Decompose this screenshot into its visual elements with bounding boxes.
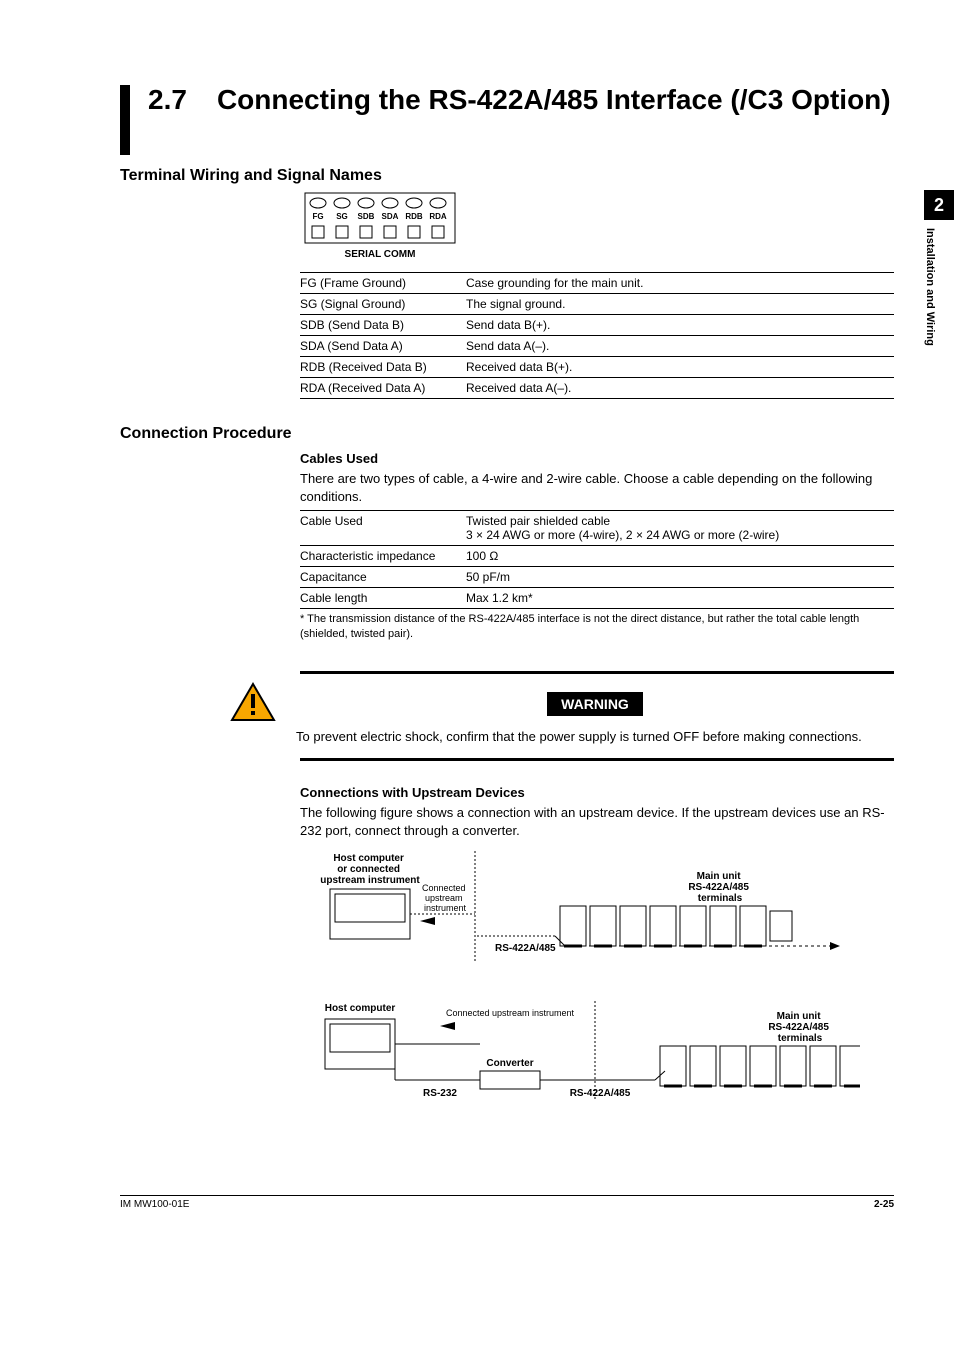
svg-text:Main unit RS-422A/48: Main unit RS-422A/485 terminals [768, 1011, 831, 1044]
warning-label: WARNING [547, 692, 643, 716]
table-row: SG (Signal Ground)The signal ground. [300, 294, 894, 315]
table-row: RDA (Received Data A)Received data A(–). [300, 378, 894, 399]
cable-table: Cable UsedTwisted pair shielded cable3 ×… [300, 510, 894, 609]
signal-table: FG (Frame Ground)Case grounding for the … [300, 272, 894, 399]
warning-block: WARNING To prevent electric shock, confi… [300, 671, 894, 761]
section-heading: Connecting the RS-422A/485 Interface (/C… [217, 85, 891, 116]
subheading-cables: Cables Used [300, 451, 894, 466]
cables-paragraph: There are two types of cable, a 4-wire a… [300, 470, 894, 506]
svg-text:SDA: SDA [382, 212, 399, 221]
svg-text:RDA: RDA [429, 212, 447, 221]
svg-text:Connected upstream: Connected upstream instrument [422, 883, 468, 913]
svg-text:RS-422A/485: RS-422A/485 [570, 1088, 631, 1099]
subheading-terminal: Terminal Wiring and Signal Names [120, 167, 894, 185]
warning-icon [230, 682, 276, 725]
connection-figure: Host computer or connected upstream inst… [300, 851, 894, 1134]
svg-text:Converter: Converter [486, 1058, 533, 1069]
svg-text:RS-232: RS-232 [423, 1088, 457, 1099]
terminal-caption: SERIAL COMM [300, 249, 460, 260]
footer-page-num: 2-25 [874, 1199, 894, 1210]
svg-text:Connected upstream instrument: Connected upstream instrument [446, 1008, 575, 1018]
svg-text:Host computer or con: Host computer or connected upstream inst… [320, 853, 420, 886]
section-number: 2.7 [148, 85, 187, 116]
table-row: Characteristic impedance100 Ω [300, 546, 894, 567]
cable-footnote: * The transmission distance of the RS-42… [300, 612, 894, 641]
page-footer: IM MW100-01E 2-25 [120, 1195, 894, 1210]
title-bar-icon [120, 85, 130, 155]
table-row: Cable lengthMax 1.2 km* [300, 588, 894, 609]
warning-text: To prevent electric shock, confirm that … [296, 728, 894, 746]
upstream-paragraph: The following figure shows a connection … [300, 804, 894, 840]
svg-text:Main unit RS-422A/48: Main unit RS-422A/485 terminals [688, 871, 751, 904]
svg-text:Host computer: Host computer [325, 1003, 396, 1014]
svg-text:SG: SG [336, 212, 348, 221]
subheading-connection: Connection Procedure [120, 425, 894, 443]
svg-text:FG: FG [312, 212, 323, 221]
subheading-upstream: Connections with Upstream Devices [300, 785, 894, 800]
terminal-diagram: FG SG SDB SDA RDB RDA SERIAL COMM [300, 191, 460, 260]
table-row: RDB (Received Data B)Received data B(+). [300, 357, 894, 378]
chapter-side-title: Installation and Wiring [924, 220, 936, 346]
table-row: Cable UsedTwisted pair shielded cable3 ×… [300, 511, 894, 546]
table-row: Capacitance50 pF/m [300, 567, 894, 588]
footer-doc-id: IM MW100-01E [120, 1199, 189, 1210]
chapter-side-tab: 2 Installation and Wiring [924, 190, 954, 370]
svg-text:SDB: SDB [358, 212, 375, 221]
section-title: 2.7 Connecting the RS-422A/485 Interface… [120, 85, 894, 155]
svg-text:RS-422A/485: RS-422A/485 [495, 943, 556, 954]
svg-text:RDB: RDB [405, 212, 423, 221]
table-row: SDA (Send Data A)Send data A(–). [300, 336, 894, 357]
table-row: FG (Frame Ground)Case grounding for the … [300, 273, 894, 294]
chapter-number: 2 [924, 190, 954, 220]
table-row: SDB (Send Data B)Send data B(+). [300, 315, 894, 336]
